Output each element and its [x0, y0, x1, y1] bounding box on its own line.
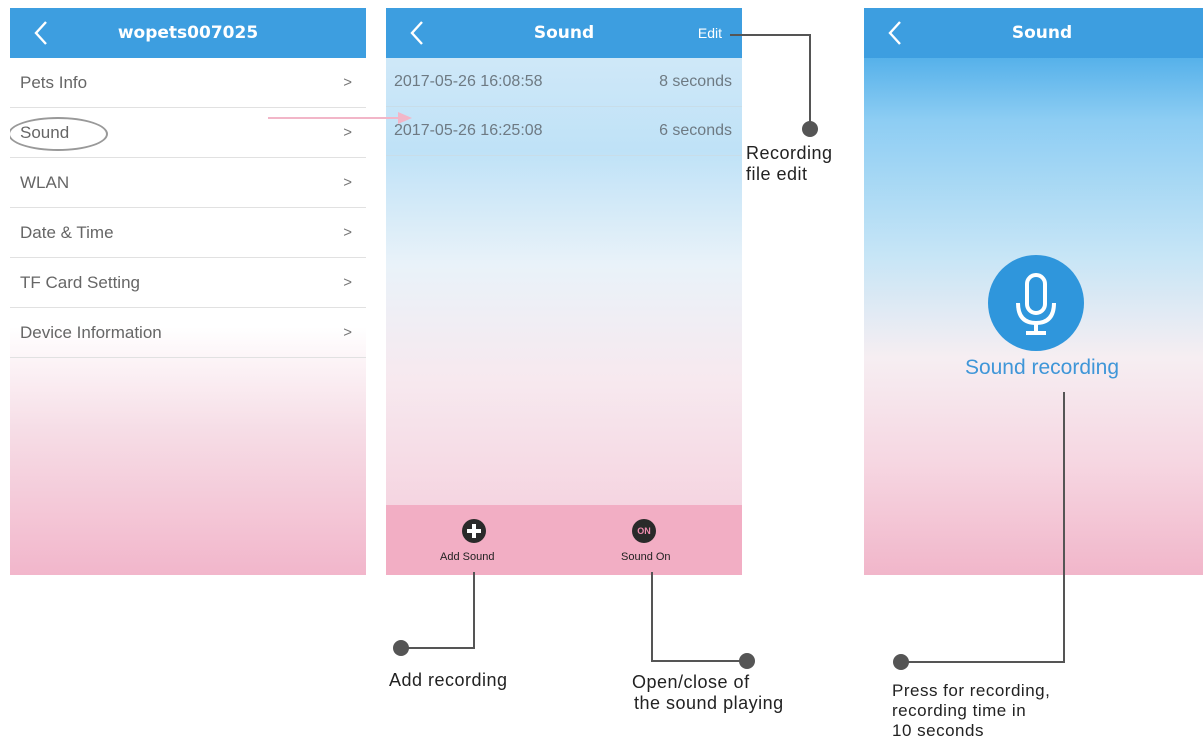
annotation-line: Add recording [389, 670, 508, 690]
settings-screen: wopets007025 Pets Info > Sound > WLAN > … [10, 8, 366, 575]
top-bar: Sound [864, 8, 1203, 58]
page-title: Sound [1011, 23, 1073, 43]
chevron-right-icon: > [343, 174, 352, 191]
sound-on-icon: ON [632, 519, 656, 543]
sound-annotation-line [651, 572, 755, 669]
page-title: Sound [533, 23, 595, 43]
menu-item-label: Device Information [20, 323, 162, 342]
menu-item-wlan[interactable]: WLAN > [10, 158, 366, 208]
chevron-right-icon: > [343, 74, 352, 91]
chevron-right-icon: > [343, 224, 352, 241]
annotation-line: Press for recording, [892, 681, 1051, 700]
annotation-edit: Recording file edit [746, 143, 833, 185]
chevron-right-icon: > [343, 274, 352, 291]
annotation-add: Add recording [389, 670, 508, 691]
sound-list-screen: Sound Edit 2017-05-26 16:08:58 8 seconds… [386, 8, 742, 575]
menu-item-label: Sound [20, 123, 70, 142]
menu-item-label: Pets Info [20, 73, 88, 92]
chevron-right-icon: > [343, 324, 352, 341]
bottom-toolbar: Add Sound ON Sound On [386, 505, 742, 575]
add-sound-button[interactable]: Add Sound [426, 505, 522, 575]
plus-icon [462, 519, 486, 543]
recording-list: 2017-05-26 16:08:58 8 seconds 2017-05-26… [386, 58, 742, 575]
menu-item-device-information[interactable]: Device Information > [10, 308, 366, 358]
menu-item-label: WLAN [20, 173, 70, 192]
recording-date: 2017-05-26 16:08:58 [394, 73, 543, 90]
sound-recording-label: Sound recording [964, 356, 1120, 379]
annotation-line: recording time in [892, 701, 1027, 720]
menu-item-date-time[interactable]: Date & Time > [10, 208, 366, 258]
annotation-line: the sound playing [634, 693, 784, 713]
microphone-icon [1016, 273, 1056, 335]
sound-record-screen: Sound Sound recording [864, 8, 1203, 575]
annotation-line: 10 seconds [892, 721, 984, 740]
menu-item-tf-card-setting[interactable]: TF Card Setting > [10, 258, 366, 308]
list-item[interactable]: 2017-05-26 16:08:58 8 seconds [386, 58, 742, 107]
page-title: wopets007025 [117, 23, 259, 43]
top-bar: wopets007025 [10, 8, 366, 58]
sound-on-toggle[interactable]: ON Sound On [606, 505, 702, 575]
list-item[interactable]: 2017-05-26 16:25:08 6 seconds [386, 107, 742, 156]
recording-date: 2017-05-26 16:25:08 [394, 122, 543, 139]
menu-item-sound[interactable]: Sound > [10, 108, 366, 158]
recording-duration: 6 seconds [659, 122, 732, 139]
annotation-press: Press for recording, recording time in 1… [892, 681, 1050, 741]
settings-list: Pets Info > Sound > WLAN > Date & Time >… [10, 58, 366, 575]
annotation-line: file edit [746, 164, 808, 184]
annotation-sound: Open/close of the sound playing [632, 672, 784, 714]
add-annotation-line [393, 572, 475, 656]
menu-item-pets-info[interactable]: Pets Info > [10, 58, 366, 108]
add-sound-label: Add Sound [440, 551, 495, 563]
menu-item-label: Date & Time [20, 223, 114, 242]
record-button[interactable] [988, 255, 1084, 351]
sound-on-label: Sound On [621, 551, 671, 563]
chevron-right-icon: > [343, 124, 352, 141]
menu-item-label: TF Card Setting [20, 273, 140, 292]
edit-button[interactable]: Edit [698, 8, 722, 58]
annotation-line: Recording [746, 143, 833, 163]
top-bar: Sound Edit [386, 8, 742, 58]
edit-annotation-line [730, 34, 818, 137]
annotation-line: Open/close of [632, 672, 750, 692]
recording-duration: 8 seconds [659, 73, 732, 90]
